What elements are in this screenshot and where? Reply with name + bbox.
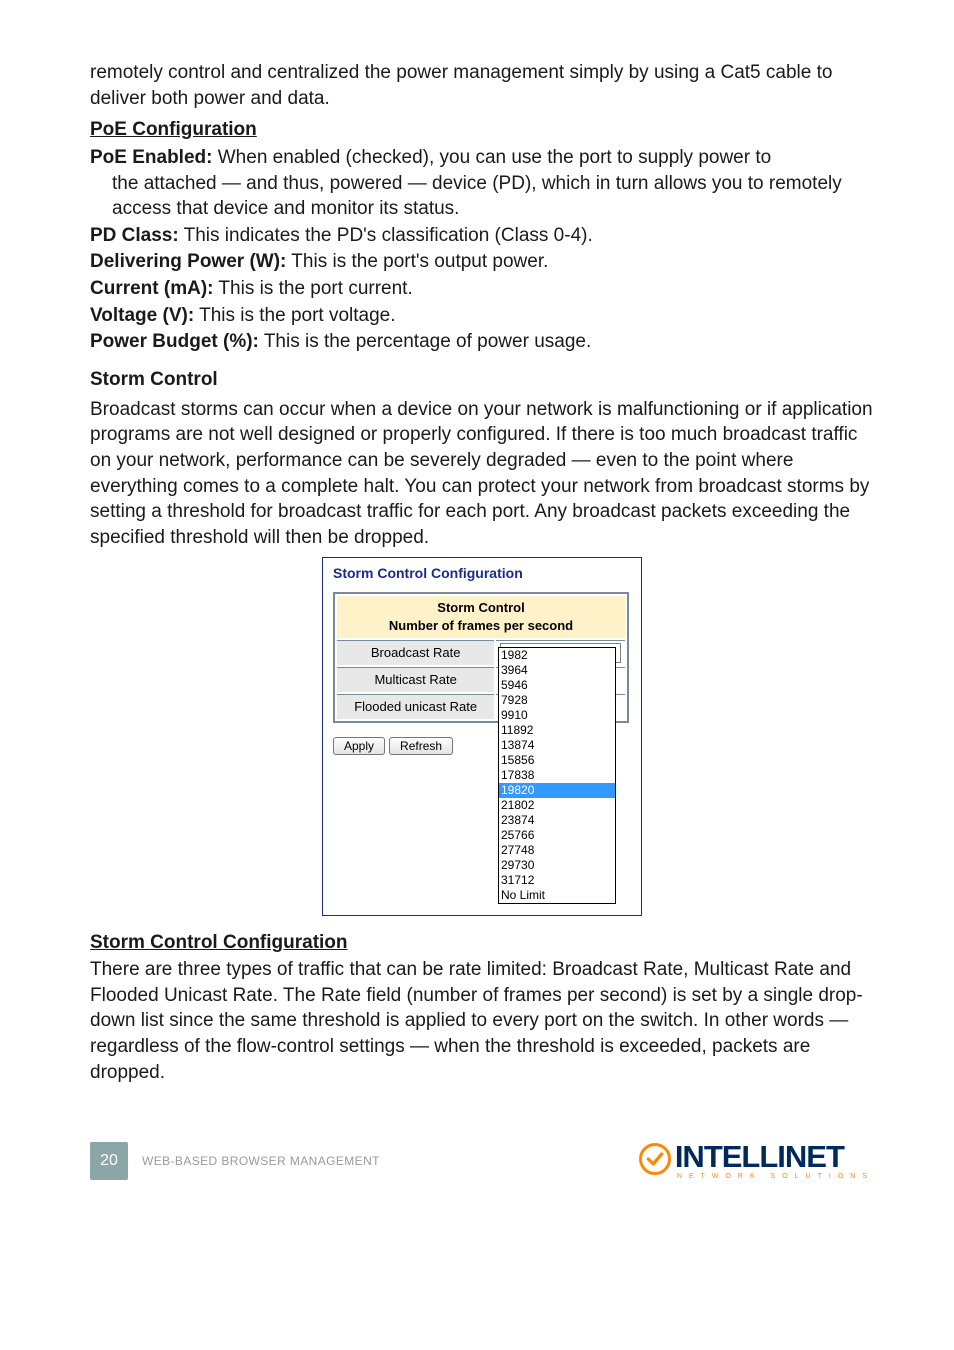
desc-cont: the attached — and thus, powered — devic… [90,171,874,222]
intro-paragraph: remotely control and centralized the pow… [90,60,874,111]
storm-panel: Storm Control Configuration Storm Contro… [322,557,642,916]
poe-item: Delivering Power (W): This is the port's… [90,249,874,275]
footer-section-label: WEB-BASED BROWSER MANAGEMENT [142,1153,380,1169]
dropdown-option[interactable]: 29730 [499,858,615,873]
storm-heading: Storm Control [90,367,874,393]
row-label: Flooded unicast Rate [337,694,494,719]
page-footer: 20 WEB-BASED BROWSER MANAGEMENT INTELLIN… [90,1141,874,1180]
page-number: 20 [90,1142,128,1180]
th-line1: Storm Control [437,600,524,615]
dropdown-option[interactable]: No Limit [499,888,615,903]
poe-item: Current (mA): This is the port current. [90,276,874,302]
desc: This is the port current. [214,278,413,299]
storm-table-header: Storm Control Number of frames per secon… [337,596,625,637]
dropdown-option[interactable]: 19820 [499,783,615,798]
row-label: Multicast Rate [337,667,494,692]
dropdown-option[interactable]: 17838 [499,768,615,783]
dropdown-option[interactable]: 13874 [499,738,615,753]
poe-item: Voltage (V): This is the port voltage. [90,303,874,329]
storm-paragraph: Broadcast storms can occur when a device… [90,397,874,551]
dropdown-option[interactable]: 23874 [499,813,615,828]
rate-dropdown-list[interactable]: 1982396459467928991011892138741585617838… [498,647,616,904]
poe-item: PoE Enabled: When enabled (checked), you… [90,145,874,222]
term-poe-enabled: PoE Enabled: [90,147,212,168]
dropdown-option[interactable]: 7928 [499,693,615,708]
poe-heading: PoE Configuration [90,117,874,143]
row-label: Broadcast Rate [337,640,494,665]
storm-cfg-heading: Storm Control Configuration [90,930,874,956]
dropdown-option[interactable]: 11892 [499,723,615,738]
dropdown-option[interactable]: 25766 [499,828,615,843]
dropdown-option[interactable]: 1982 [499,648,615,663]
dropdown-option[interactable]: 9910 [499,708,615,723]
term-power-budget: Power Budget (%): [90,331,259,352]
apply-button[interactable]: Apply [333,737,385,755]
logo-sub-text: NETWORK SOLUTIONS [677,1173,874,1180]
brand-logo: INTELLINET NETWORK SOLUTIONS [639,1141,874,1180]
dropdown-option[interactable]: 5946 [499,678,615,693]
dropdown-option[interactable]: 31712 [499,873,615,888]
dropdown-option[interactable]: 3964 [499,663,615,678]
desc: This is the percentage of power usage. [259,331,591,352]
term-deliver-power: Delivering Power (W): [90,251,286,272]
poe-item: Power Budget (%): This is the percentage… [90,329,874,355]
storm-panel-title: Storm Control Configuration [323,558,641,593]
poe-item: PD Class: This indicates the PD's classi… [90,223,874,249]
dropdown-option[interactable]: 27748 [499,843,615,858]
term-pd-class: PD Class: [90,225,179,246]
desc: This indicates the PD's classification (… [179,225,593,246]
storm-cfg-paragraph: There are three types of traffic that ca… [90,957,874,1085]
desc: This is the port's output power. [286,251,548,272]
th-line2: Number of frames per second [389,618,573,633]
dropdown-option[interactable]: 15856 [499,753,615,768]
desc: When enabled (checked), you can use the … [212,147,771,168]
logo-main-text: INTELLINET [675,1141,874,1172]
dropdown-option[interactable]: 21802 [499,798,615,813]
desc: This is the port voltage. [194,305,395,326]
refresh-button[interactable]: Refresh [389,737,453,755]
checkmark-icon [639,1143,671,1175]
term-current: Current (mA): [90,278,214,299]
term-voltage: Voltage (V): [90,305,194,326]
